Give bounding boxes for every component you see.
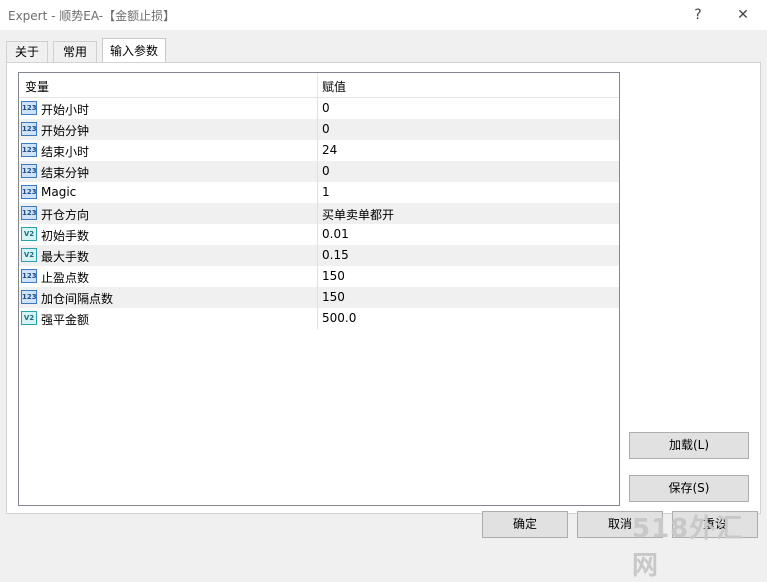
column-header-variable[interactable]: 变量 <box>25 78 49 95</box>
cell-divider <box>317 203 318 224</box>
double-icon: V2 <box>21 227 37 241</box>
param-name: 最大手数 <box>41 250 90 264</box>
column-header-value[interactable]: 赋值 <box>322 78 346 95</box>
table-row[interactable]: V2 最大手数 0.15 <box>19 245 619 267</box>
table-row[interactable]: 123 止盈点数 150 <box>19 266 619 288</box>
cell-divider <box>317 182 318 203</box>
param-value[interactable]: 0 <box>322 101 330 115</box>
int-icon: 123 <box>21 185 37 199</box>
int-icon: 123 <box>21 206 37 220</box>
double-icon: V2 <box>21 311 37 325</box>
save-button[interactable]: 保存(S) <box>629 475 749 502</box>
help-button[interactable]: ? <box>685 4 711 26</box>
int-icon: 123 <box>21 290 37 304</box>
close-button[interactable]: ✕ <box>730 4 756 26</box>
load-button[interactable]: 加载(L) <box>629 432 749 459</box>
param-value[interactable]: 1 <box>322 185 330 199</box>
param-value[interactable]: 150 <box>322 269 345 283</box>
param-value[interactable]: 0.15 <box>322 248 349 262</box>
table-row[interactable]: 123 结束分钟 0 <box>19 161 619 183</box>
ok-button[interactable]: 确定 <box>482 511 568 538</box>
param-name: 加仓间隔点数 <box>41 292 114 306</box>
table-row[interactable]: 123 开始分钟 0 <box>19 119 619 141</box>
table-row[interactable]: 123 开仓方向 买单卖单都开 <box>19 203 619 225</box>
param-value[interactable]: 500.0 <box>322 311 356 325</box>
table-row[interactable]: 123 开始小时 0 <box>19 98 619 120</box>
param-value[interactable]: 24 <box>322 143 337 157</box>
param-name: 开仓方向 <box>41 208 90 222</box>
title-bar: Expert - 顺势EA-【金额止损】 ? ✕ <box>0 0 767 30</box>
param-value[interactable]: 买单卖单都开 <box>322 206 394 223</box>
tab-common[interactable]: 常用 <box>53 41 97 62</box>
cell-divider <box>317 98 318 119</box>
column-divider[interactable] <box>317 73 318 97</box>
int-icon: 123 <box>21 269 37 283</box>
tab-about[interactable]: 关于 <box>6 41 48 62</box>
cell-divider <box>317 287 318 308</box>
param-value[interactable]: 0 <box>322 122 330 136</box>
cell-divider <box>317 161 318 182</box>
param-name: 初始手数 <box>41 229 90 243</box>
table-row[interactable]: V2 初始手数 0.01 <box>19 224 619 246</box>
int-icon: 123 <box>21 164 37 178</box>
cell-divider <box>317 245 318 266</box>
cell-divider <box>317 266 318 287</box>
table-row[interactable]: 123 加仓间隔点数 150 <box>19 287 619 309</box>
table-row[interactable]: 123 Magic 1 <box>19 182 619 204</box>
int-icon: 123 <box>21 143 37 157</box>
window-title: Expert - 顺势EA-【金额止损】 <box>8 9 176 23</box>
param-name: 开始小时 <box>41 103 90 117</box>
tab-inputs[interactable]: 输入参数 <box>102 38 166 63</box>
param-value[interactable]: 0.01 <box>322 227 349 241</box>
cell-divider <box>317 119 318 140</box>
inputs-grid: 变量 赋值 123 开始小时 0 123 开始分钟 0 123 结束小时 24 … <box>18 72 620 506</box>
param-name: 开始分钟 <box>41 124 90 138</box>
param-name: 止盈点数 <box>41 271 90 285</box>
cell-divider <box>317 308 318 329</box>
int-icon: 123 <box>21 122 37 136</box>
watermark-text: 518外汇网 <box>632 514 744 581</box>
param-name: Magic <box>41 185 77 199</box>
cell-divider <box>317 224 318 245</box>
table-row[interactable]: V2 强平金额 500.0 <box>19 308 619 330</box>
param-name: 强平金额 <box>41 313 90 327</box>
cell-divider <box>317 140 318 161</box>
table-row[interactable]: 123 结束小时 24 <box>19 140 619 162</box>
grid-header: 变量 赋值 <box>19 73 619 98</box>
param-value[interactable]: 150 <box>322 290 345 304</box>
param-value[interactable]: 0 <box>322 164 330 178</box>
double-icon: V2 <box>21 248 37 262</box>
param-name: 结束分钟 <box>41 166 90 180</box>
param-name: 结束小时 <box>41 145 90 159</box>
int-icon: 123 <box>21 101 37 115</box>
